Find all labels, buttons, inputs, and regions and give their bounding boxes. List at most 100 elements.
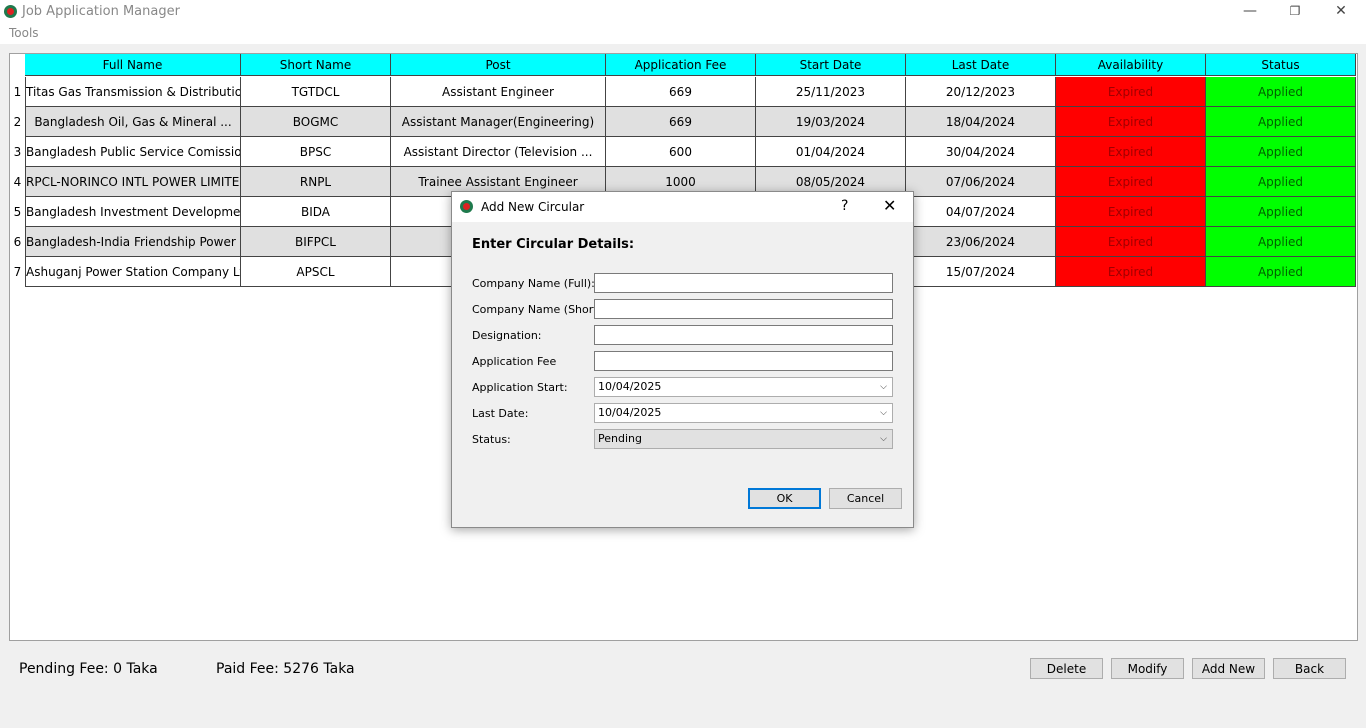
designation-label: Designation: — [472, 329, 542, 342]
help-button[interactable]: ? — [841, 198, 848, 214]
column-header-application-fee[interactable]: Application Fee — [606, 54, 756, 76]
dialog-app-icon — [460, 200, 473, 213]
status-value: Pending — [598, 432, 642, 445]
cell-last-date[interactable]: 04/07/2024 — [906, 197, 1056, 227]
last-date-picker[interactable]: 10/04/2025 ⌵ — [594, 403, 893, 423]
cell-last-date[interactable]: 18/04/2024 — [906, 107, 1056, 137]
cell-status[interactable]: Applied — [1206, 77, 1356, 107]
menu-bar: Tools — [0, 24, 1366, 44]
cell-status[interactable]: Applied — [1206, 167, 1356, 197]
cell-application-fee[interactable]: 600 — [606, 137, 756, 167]
cell-short-name[interactable]: APSCL — [241, 257, 391, 287]
dialog-close-button[interactable]: ✕ — [883, 196, 896, 215]
cell-status[interactable]: Applied — [1206, 197, 1356, 227]
application-start-date-picker[interactable]: 10/04/2025 ⌵ — [594, 377, 893, 397]
cell-post[interactable]: Assistant Engineer — [391, 77, 606, 107]
cell-full-name[interactable]: Bangladesh Investment Development ... — [25, 197, 241, 227]
row-number: 7 — [10, 257, 25, 287]
cell-last-date[interactable]: 23/06/2024 — [906, 227, 1056, 257]
cell-status[interactable]: Applied — [1206, 107, 1356, 137]
company-full-label: Company Name (Full): — [472, 277, 595, 290]
cell-availability[interactable]: Expired — [1056, 137, 1206, 167]
cell-start-date[interactable]: 25/11/2023 — [756, 77, 906, 107]
chevron-down-icon[interactable]: ⌵ — [880, 378, 887, 396]
cell-short-name[interactable]: BIFPCL — [241, 227, 391, 257]
application-start-label: Application Start: — [472, 381, 568, 394]
cell-full-name[interactable]: Bangladesh-India Friendship Power ... — [25, 227, 241, 257]
dialog-title: Add New Circular — [481, 200, 585, 214]
row-number: 2 — [10, 107, 25, 137]
cell-short-name[interactable]: BOGMC — [241, 107, 391, 137]
cell-start-date[interactable]: 01/04/2024 — [756, 137, 906, 167]
back-button[interactable]: Back — [1273, 658, 1346, 679]
dialog-title-bar: Add New Circular ? ✕ — [452, 192, 913, 222]
column-header-post[interactable]: Post — [391, 54, 606, 76]
app-logo-icon — [4, 5, 17, 18]
cell-availability[interactable]: Expired — [1056, 107, 1206, 137]
cell-last-date[interactable]: 30/04/2024 — [906, 137, 1056, 167]
column-header-last-date[interactable]: Last Date — [906, 54, 1056, 76]
dialog-heading: Enter Circular Details: — [472, 237, 635, 252]
add-circular-dialog: Add New Circular ? ✕ Enter Circular Deta… — [451, 191, 914, 528]
menu-tools[interactable]: Tools — [9, 26, 39, 40]
cell-application-fee[interactable]: 669 — [606, 107, 756, 137]
cell-last-date[interactable]: 15/07/2024 — [906, 257, 1056, 287]
application-start-value: 10/04/2025 — [598, 380, 662, 393]
status-label: Status: — [472, 433, 511, 446]
cell-short-name[interactable]: RNPL — [241, 167, 391, 197]
cell-start-date[interactable]: 19/03/2024 — [756, 107, 906, 137]
table-row[interactable]: 3 Bangladesh Public Service Comission BP… — [10, 137, 1356, 167]
cell-full-name[interactable]: Bangladesh Oil, Gas & Mineral ... — [25, 107, 241, 137]
cell-full-name[interactable]: Bangladesh Public Service Comission — [25, 137, 241, 167]
delete-button[interactable]: Delete — [1030, 658, 1103, 679]
column-header-start-date[interactable]: Start Date — [756, 54, 906, 76]
cell-full-name[interactable]: RPCL-NORINCO INTL POWER LIMITED — [25, 167, 241, 197]
table-row[interactable]: 2 Bangladesh Oil, Gas & Mineral ... BOGM… — [10, 107, 1356, 137]
cell-short-name[interactable]: TGTDCL — [241, 77, 391, 107]
row-number: 1 — [10, 77, 25, 107]
cell-availability[interactable]: Expired — [1056, 167, 1206, 197]
chevron-down-icon[interactable]: ⌵ — [880, 404, 887, 422]
restore-button[interactable]: ❐ — [1272, 0, 1318, 24]
cell-application-fee[interactable]: 669 — [606, 77, 756, 107]
close-button[interactable]: ✕ — [1318, 0, 1364, 24]
modify-button[interactable]: Modify — [1111, 658, 1184, 679]
cell-short-name[interactable]: BIDA — [241, 197, 391, 227]
cell-availability[interactable]: Expired — [1056, 257, 1206, 287]
cell-last-date[interactable]: 20/12/2023 — [906, 77, 1056, 107]
cancel-button[interactable]: Cancel — [829, 488, 902, 509]
status-select[interactable]: Pending ⌵ — [594, 429, 893, 449]
cell-status[interactable]: Applied — [1206, 227, 1356, 257]
chevron-down-icon[interactable]: ⌵ — [880, 430, 887, 448]
cell-full-name[interactable]: Ashuganj Power Station Company Ltd. — [25, 257, 241, 287]
minimize-button[interactable]: — — [1227, 0, 1273, 24]
cell-status[interactable]: Applied — [1206, 137, 1356, 167]
cell-post[interactable]: Assistant Manager(Engineering) — [391, 107, 606, 137]
row-number: 5 — [10, 197, 25, 227]
cell-last-date[interactable]: 07/06/2024 — [906, 167, 1056, 197]
cell-short-name[interactable]: BPSC — [241, 137, 391, 167]
cell-availability[interactable]: Expired — [1056, 227, 1206, 257]
cell-availability[interactable]: Expired — [1056, 197, 1206, 227]
column-header-short-name[interactable]: Short Name — [241, 54, 391, 76]
last-date-value: 10/04/2025 — [598, 406, 662, 419]
row-number: 3 — [10, 137, 25, 167]
cell-post[interactable]: Assistant Director (Television ... — [391, 137, 606, 167]
application-fee-label: Application Fee — [472, 355, 557, 368]
designation-input[interactable] — [594, 325, 893, 345]
cell-status[interactable]: Applied — [1206, 257, 1356, 287]
row-number: 6 — [10, 227, 25, 257]
column-header-status[interactable]: Status — [1206, 54, 1356, 76]
application-fee-input[interactable] — [594, 351, 893, 371]
company-full-input[interactable] — [594, 273, 893, 293]
cell-full-name[interactable]: Titas Gas Transmission & Distribution ..… — [25, 77, 241, 107]
company-short-label: Company Name (Short): — [472, 303, 606, 316]
row-number: 4 — [10, 167, 25, 197]
add-new-button[interactable]: Add New — [1192, 658, 1265, 679]
cell-availability[interactable]: Expired — [1056, 77, 1206, 107]
column-header-full-name[interactable]: Full Name — [25, 54, 241, 76]
table-row[interactable]: 1 Titas Gas Transmission & Distribution … — [10, 77, 1356, 107]
column-header-availability[interactable]: Availability — [1056, 54, 1206, 76]
ok-button[interactable]: OK — [748, 488, 821, 509]
company-short-input[interactable] — [594, 299, 893, 319]
